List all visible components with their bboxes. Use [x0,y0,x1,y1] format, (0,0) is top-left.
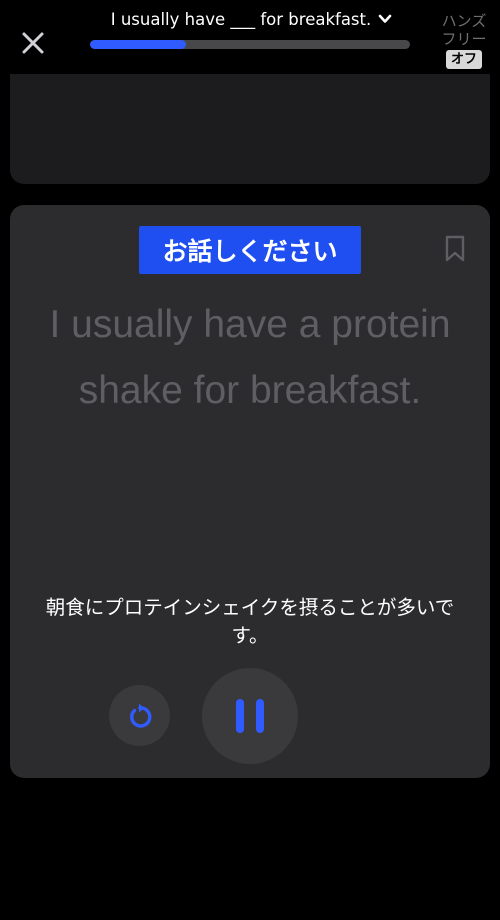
lesson-title: I usually have ___ for breakfast. [110,9,372,29]
handsfree-label: ハンズフリー [441,12,487,48]
target-sentence: I usually have a protein shake for break… [49,303,451,412]
close-button[interactable] [16,26,50,60]
close-icon [22,32,44,54]
chevron-down-icon [377,11,393,27]
speak-prompt-badge: お話しください [139,226,361,274]
speaking-card: お話しください I usually have a protein shake f… [10,205,490,778]
replay-button[interactable] [109,685,170,746]
replay-icon [129,703,151,728]
lesson-progress-bar [90,40,410,49]
pause-icon [236,699,264,733]
bookmark-button[interactable] [444,235,466,263]
bookmark-icon [445,235,465,262]
previous-card [10,74,490,184]
pause-button[interactable] [202,668,298,764]
sentence-translation: 朝食にプロテインシェイクを摂ることが多いです。 [45,596,455,647]
lesson-title-dropdown[interactable]: I usually have ___ for breakfast. [92,6,412,32]
lesson-progress-fill [90,40,186,49]
handsfree-state-badge: オフ [445,50,482,69]
handsfree-toggle[interactable]: ハンズフリー オフ [438,12,490,69]
